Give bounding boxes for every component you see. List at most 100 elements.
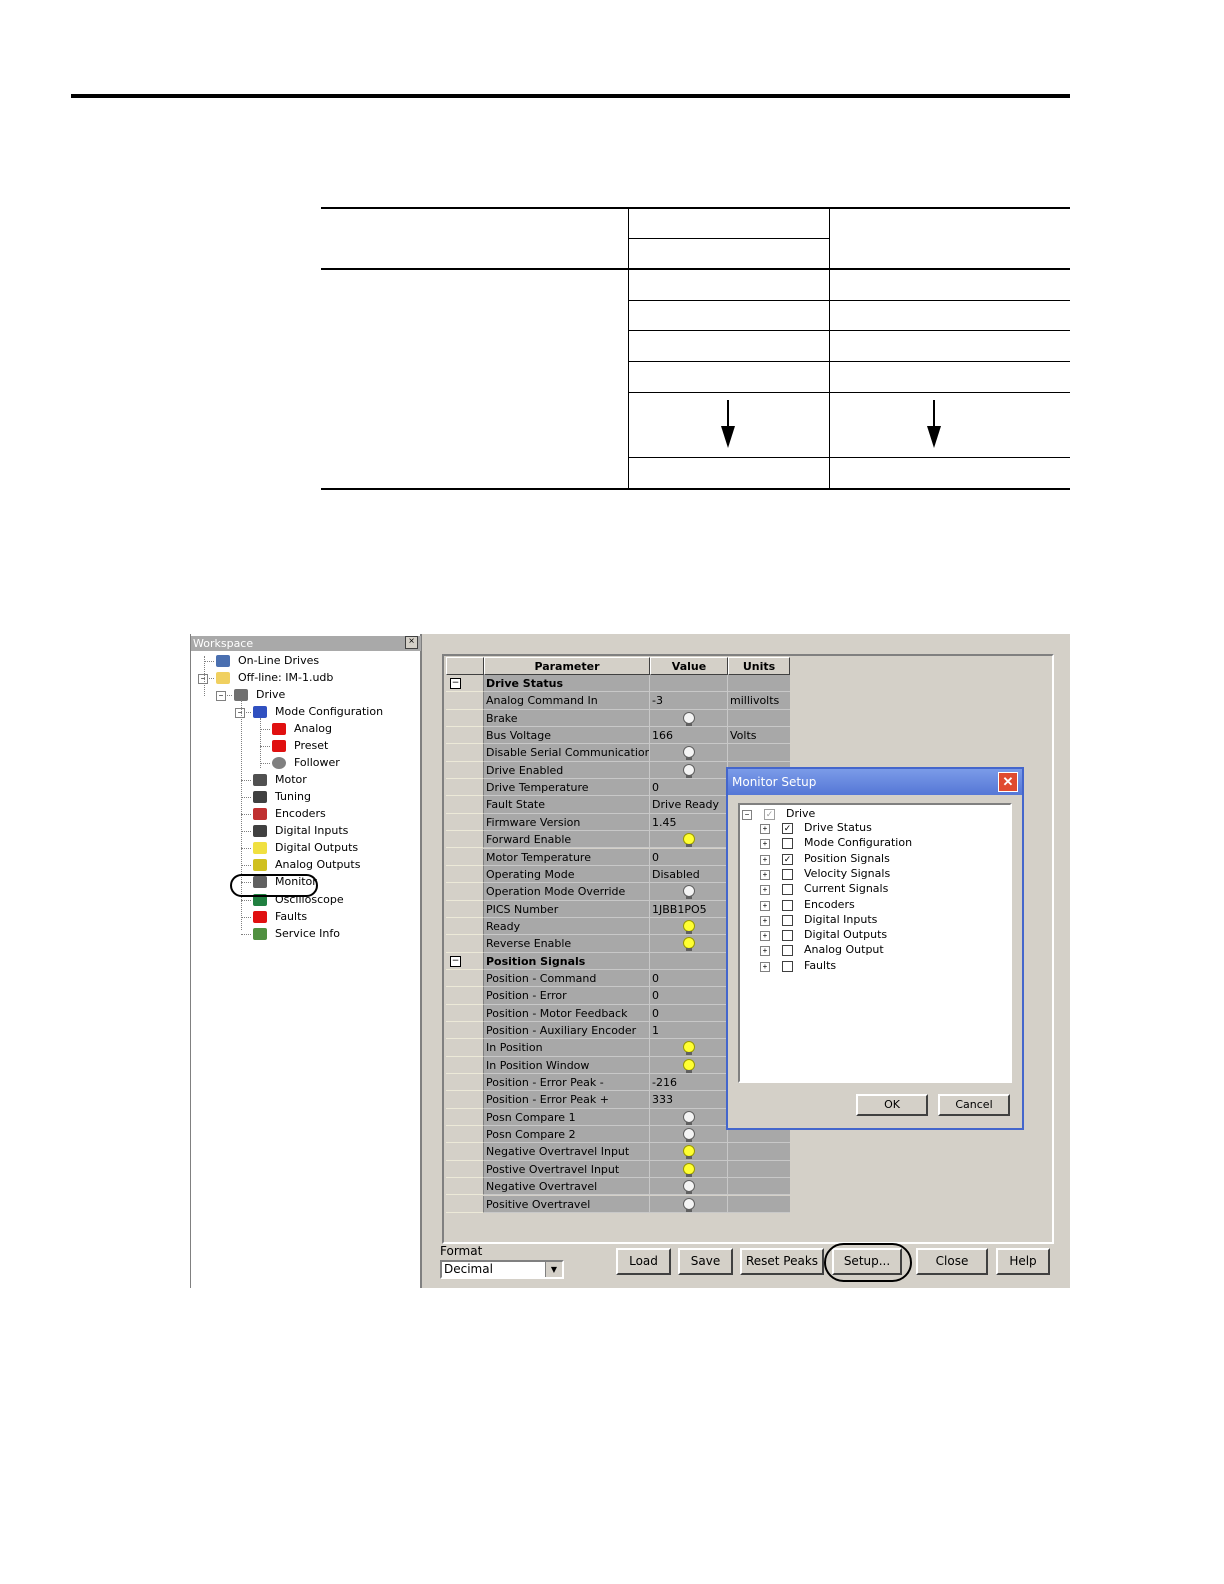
- tree-item-encoders[interactable]: Encoders: [275, 807, 326, 821]
- value-cell: Disabled: [650, 865, 728, 884]
- checkbox-drive-status[interactable]: ✓: [782, 823, 793, 834]
- tree-item-drive[interactable]: Drive: [786, 807, 815, 821]
- row-header: [446, 796, 484, 814]
- workspace-close-button[interactable]: ×: [405, 636, 418, 649]
- tree-item-off-line-im-1-udb[interactable]: Off-line: IM-1.udb: [238, 671, 333, 685]
- expand-icon[interactable]: +: [760, 824, 770, 834]
- table-row[interactable]: Negative Overtravel: [446, 1178, 790, 1196]
- table-row[interactable]: Disable Serial Communications: [446, 744, 790, 762]
- expand-icon[interactable]: +: [760, 885, 770, 896]
- tree-item-faults[interactable]: Faults: [275, 910, 307, 924]
- collapse-icon[interactable]: −: [216, 691, 226, 701]
- parameter-cell: Position - Motor Feedback: [484, 1004, 650, 1022]
- tree-item-velocity-signals[interactable]: Velocity Signals: [804, 867, 890, 881]
- tree-item-digital-outputs[interactable]: Digital Outputs: [804, 928, 887, 942]
- tree-item-faults[interactable]: Faults: [804, 959, 836, 973]
- close-button[interactable]: Close: [916, 1248, 988, 1275]
- checkbox-position-signals[interactable]: ✓: [782, 853, 793, 865]
- parameter-cell: Operating Mode: [484, 865, 650, 884]
- bulb-off-icon: [683, 885, 695, 900]
- tree-item-digital-inputs[interactable]: Digital Inputs: [804, 913, 877, 927]
- tree-item-on-line-drives[interactable]: On-Line Drives: [238, 654, 319, 668]
- tree-item-service-info[interactable]: Service Info: [275, 927, 340, 941]
- row-header: [446, 1160, 484, 1179]
- table-row[interactable]: Postive Overtravel Input: [446, 1160, 790, 1179]
- tree-item-tuning[interactable]: Tuning: [275, 790, 311, 804]
- section-row[interactable]: − Drive Status: [446, 675, 790, 693]
- table-row[interactable]: Positive Overtravel: [446, 1195, 790, 1213]
- row-header: [446, 848, 484, 866]
- row-header: [446, 865, 484, 884]
- value-cell: [650, 1143, 728, 1161]
- tree-item-follower[interactable]: Follower: [294, 756, 340, 770]
- tree-item-analog[interactable]: Analog: [294, 722, 332, 736]
- table-row[interactable]: Analog Command In -3 millivolts: [446, 692, 790, 710]
- tree-item-drive-status[interactable]: Drive Status: [804, 821, 872, 835]
- value-cell: 1: [650, 1022, 728, 1040]
- expand-icon[interactable]: +: [760, 900, 770, 911]
- help-button[interactable]: Help: [996, 1248, 1050, 1275]
- workspace-title: Workspace: [191, 636, 421, 651]
- collapse-icon[interactable]: −: [450, 678, 461, 689]
- table-row[interactable]: Negative Overtravel Input: [446, 1143, 790, 1161]
- checkbox-faults[interactable]: [782, 960, 793, 972]
- tree-item-drive[interactable]: Drive: [256, 688, 285, 702]
- expand-icon[interactable]: +: [760, 915, 770, 926]
- tree-item-preset[interactable]: Preset: [294, 739, 328, 753]
- cancel-button[interactable]: Cancel: [938, 1094, 1010, 1116]
- tree-item-mode-configuration[interactable]: Mode Configuration: [804, 836, 912, 850]
- table-row[interactable]: Brake: [446, 709, 790, 728]
- collapse-icon[interactable]: −: [235, 708, 245, 718]
- units-cell: Volts: [728, 727, 790, 745]
- close-icon[interactable]: ✕: [998, 772, 1018, 792]
- row-header: [446, 1108, 484, 1127]
- ok-button[interactable]: OK: [856, 1094, 928, 1116]
- checkbox-drive[interactable]: ✓: [764, 809, 775, 820]
- bulb-off-icon: [683, 711, 695, 726]
- row-header: [446, 692, 484, 710]
- tree-item-encoders[interactable]: Encoders: [804, 898, 855, 912]
- expand-icon[interactable]: +: [760, 869, 770, 880]
- tree-item-position-signals[interactable]: Position Signals: [804, 852, 890, 866]
- header-units[interactable]: Units: [728, 657, 790, 675]
- header-value[interactable]: Value: [650, 657, 728, 675]
- parameter-cell: Reverse Enable: [484, 935, 650, 953]
- parameter-cell: Position - Auxiliary Encoder: [484, 1022, 650, 1040]
- tree-item-digital-inputs[interactable]: Digital Inputs: [275, 824, 348, 838]
- tree-item-analog-output[interactable]: Analog Output: [804, 943, 884, 957]
- checkbox-mode-configuration[interactable]: [782, 838, 793, 850]
- row-header: [446, 1143, 484, 1161]
- expand-icon[interactable]: +: [760, 946, 770, 957]
- tree-item-current-signals[interactable]: Current Signals: [804, 882, 888, 896]
- row-header: [446, 900, 484, 918]
- units-cell: [728, 1143, 790, 1161]
- tree-item-digital-outputs[interactable]: Digital Outputs: [275, 841, 358, 855]
- value-cell: [650, 1126, 728, 1144]
- checkbox-encoders[interactable]: [782, 899, 793, 911]
- checkbox-analog-output[interactable]: [782, 945, 793, 957]
- tree-item-analog-outputs[interactable]: Analog Outputs: [275, 858, 360, 872]
- save-button[interactable]: Save: [678, 1248, 733, 1275]
- collapse-icon[interactable]: −: [198, 674, 208, 684]
- header-parameter[interactable]: Parameter: [484, 657, 650, 675]
- checkbox-digital-inputs[interactable]: [782, 914, 793, 926]
- expand-icon[interactable]: +: [760, 839, 770, 850]
- expand-icon[interactable]: +: [760, 854, 770, 865]
- encoder-icon: [253, 808, 267, 820]
- reset-peaks-button[interactable]: Reset Peaks: [740, 1248, 824, 1275]
- collapse-icon[interactable]: −: [742, 810, 752, 820]
- table-row[interactable]: Bus Voltage 166 Volts: [446, 727, 790, 745]
- checkbox-current-signals[interactable]: [782, 884, 793, 896]
- expand-icon[interactable]: +: [760, 961, 770, 972]
- expand-icon[interactable]: +: [760, 931, 770, 942]
- format-select[interactable]: Decimal ▼: [440, 1260, 564, 1279]
- analog-outputs-icon: [253, 859, 267, 871]
- checkbox-velocity-signals[interactable]: [782, 868, 793, 880]
- chevron-down-icon[interactable]: ▼: [545, 1262, 562, 1277]
- parameter-cell: Drive Status: [484, 675, 650, 693]
- load-button[interactable]: Load: [616, 1248, 671, 1275]
- collapse-icon[interactable]: −: [450, 955, 461, 967]
- checkbox-digital-outputs[interactable]: [782, 930, 793, 942]
- tree-item-mode-configuration[interactable]: Mode Configuration: [275, 705, 383, 719]
- tree-item-motor[interactable]: Motor: [275, 773, 307, 787]
